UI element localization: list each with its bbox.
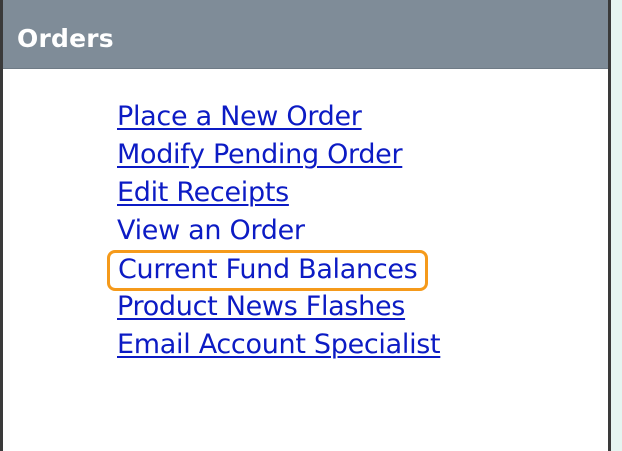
product-news-flashes-link[interactable]: Product News Flashes [117,291,405,322]
modify-pending-order-link[interactable]: Modify Pending Order [117,139,403,170]
place-new-order-link[interactable]: Place a New Order [117,101,362,132]
list-item: Email Account Specialist [117,326,441,364]
list-item: Place a New Order [117,98,440,136]
email-account-specialist-link[interactable]: Email Account Specialist [117,329,441,360]
list-item: View an Order [117,212,440,250]
panel-header: Orders [3,0,608,69]
list-item: Current Fund Balances [107,250,440,291]
orders-link-list: Place a New Order Modify Pending Order E… [107,98,441,364]
orders-panel: Orders Place a New Order Modify Pending … [0,0,611,451]
current-fund-balances-link[interactable]: Current Fund Balances [107,250,429,291]
edit-receipts-link[interactable]: Edit Receipts [117,177,289,208]
view-an-order-link[interactable]: View an Order [117,215,305,246]
list-item: Edit Receipts [117,174,440,212]
list-item: Product News Flashes [117,288,440,326]
page-margin [611,0,622,451]
panel-title: Orders [17,24,114,53]
list-item: Modify Pending Order [117,136,440,174]
